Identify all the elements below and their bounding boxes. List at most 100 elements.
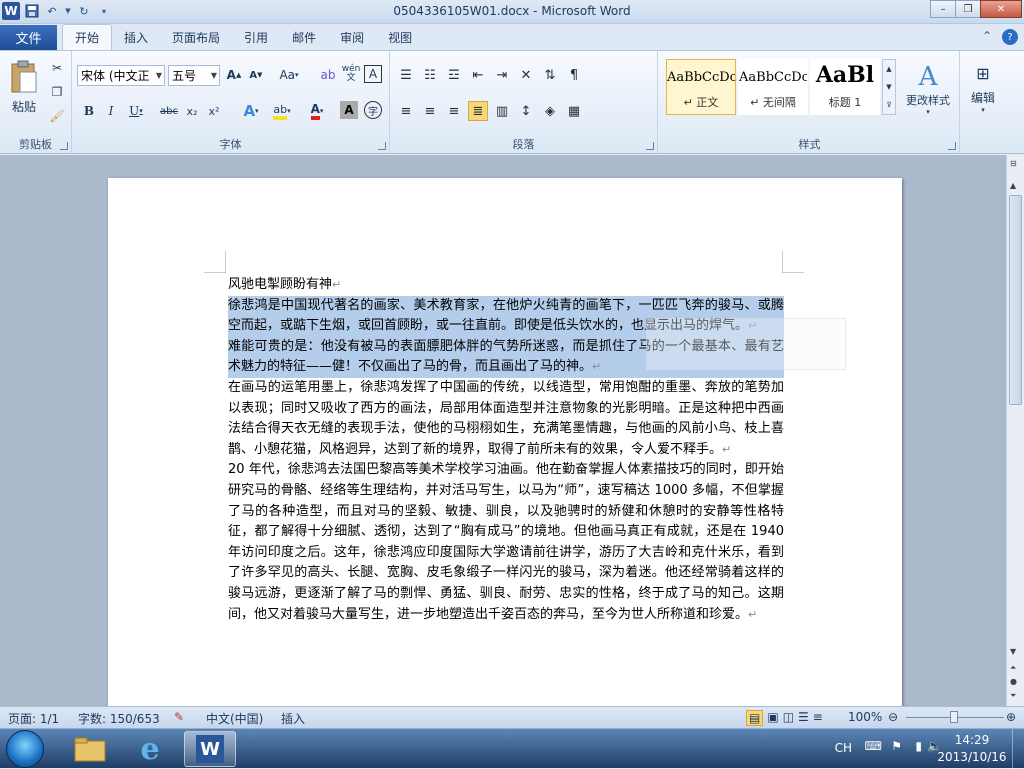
more-styles-icon[interactable]: ⊽ (886, 101, 891, 109)
keyboard-icon[interactable]: ⌨ (865, 739, 882, 753)
close-button[interactable]: ✕ (980, 0, 1022, 18)
bullets-icon[interactable]: ☰ (396, 65, 416, 85)
next-page-icon[interactable]: ⏷ (1010, 691, 1016, 701)
explorer-taskbar-icon[interactable] (64, 731, 116, 767)
italic-button[interactable]: I (102, 101, 120, 121)
font-color-icon[interactable]: A ▾ (304, 101, 330, 121)
shading-icon[interactable]: ◈ (540, 101, 560, 121)
style-normal[interactable]: AaBbCcDc ↵ 正文 (666, 59, 736, 115)
ruler-toggle-icon[interactable]: ⊟ (1010, 159, 1017, 168)
previous-page-icon[interactable]: ⏶ (1010, 663, 1016, 673)
copy-icon[interactable]: ❐ (48, 83, 66, 101)
distributed-icon[interactable]: ▥ (492, 101, 512, 121)
line-spacing-icon[interactable]: ↕ (516, 101, 536, 121)
redo-icon[interactable]: ↻ (76, 3, 92, 19)
increase-indent-icon[interactable]: ⇥ (492, 65, 512, 85)
multilevel-list-icon[interactable]: ☲ (444, 65, 464, 85)
tab-home[interactable]: 开始 (62, 24, 113, 50)
align-right-icon[interactable]: ≡ (444, 101, 464, 121)
change-styles-button[interactable]: A 更改样式 ▾ (900, 55, 956, 123)
show-marks-icon[interactable]: ¶ (564, 65, 584, 85)
justify-icon[interactable]: ≣ (468, 101, 488, 121)
font-size-combo[interactable]: 五号 ▼ (168, 65, 220, 86)
tab-insert[interactable]: 插入 (112, 24, 160, 50)
chevron-up-icon[interactable]: ▲ (886, 65, 891, 73)
tab-mailings[interactable]: 邮件 (280, 24, 328, 50)
proofing-icon[interactable]: ✎ (174, 710, 184, 724)
text-effects-icon[interactable]: A ▾ (238, 101, 264, 121)
zoom-level[interactable]: 100% (848, 710, 882, 724)
paragraph-4[interactable]: 20 年代，徐悲鸿去法国巴黎高等美术学校学习油画。他在勤奋掌握人体素描技巧的同时… (228, 460, 784, 625)
chinese-layout-icon[interactable]: ✕ (516, 65, 536, 85)
clock-time[interactable]: 14:29 (942, 733, 1002, 747)
web-layout-view-icon[interactable]: ◫ (783, 710, 794, 726)
maximize-button[interactable]: ❐ (955, 0, 981, 18)
paragraph-launcher-icon[interactable] (646, 142, 654, 150)
tab-review[interactable]: 审阅 (328, 24, 376, 50)
styles-scroll[interactable]: ▲ ▼ ⊽ (882, 59, 896, 115)
page-count[interactable]: 页面: 1/1 (8, 710, 59, 727)
word-taskbar-icon[interactable]: W (184, 731, 236, 767)
word-count[interactable]: 字数: 150/653 (78, 710, 160, 727)
insert-mode-indicator[interactable]: 插入 (281, 710, 305, 727)
character-border-icon[interactable]: A (364, 65, 382, 83)
minimize-button[interactable]: – (930, 0, 956, 18)
file-tab[interactable]: 文件 (0, 25, 57, 50)
browse-object-icon[interactable]: ● (1010, 677, 1017, 686)
input-language[interactable]: CH (835, 741, 852, 755)
subscript-button[interactable]: x₂ (182, 101, 202, 121)
change-case-icon[interactable]: Aa ▾ (276, 65, 302, 85)
clipboard-launcher-icon[interactable] (60, 142, 68, 150)
full-screen-view-icon[interactable]: ▣ (767, 710, 778, 726)
editing-button[interactable]: ⊞ 编辑 ▾ (964, 59, 1002, 119)
undo-dropdown-icon[interactable]: ▼ (64, 3, 72, 19)
print-layout-view-icon[interactable]: ▤ (746, 710, 764, 726)
customize-qat-icon[interactable]: ▾ (96, 3, 112, 19)
mini-toolbar[interactable] (646, 318, 846, 370)
show-desktop-button[interactable] (1012, 729, 1024, 769)
flag-icon[interactable]: ⚑ (891, 739, 902, 753)
numbering-icon[interactable]: ☷ (420, 65, 440, 85)
enclose-characters-icon[interactable]: 字 (364, 101, 382, 119)
document-page[interactable]: 风驰电掣顾盼有神↵ 徐悲鸿是中国现代著名的画家、美术教育家，在他炉火纯青的画笔下… (108, 178, 902, 706)
clock-date[interactable]: 2013/10/16 (936, 750, 1008, 764)
zoom-slider-thumb[interactable] (950, 711, 958, 723)
save-icon[interactable] (24, 3, 40, 19)
format-painter-icon[interactable]: 🖌 (48, 107, 66, 125)
undo-icon[interactable]: ↶ (44, 3, 60, 19)
minimize-ribbon-icon[interactable]: ⌃ (982, 29, 992, 45)
tab-page-layout[interactable]: 页面布局 (160, 24, 232, 50)
paste-button[interactable]: 粘贴 (4, 55, 44, 119)
sort-icon[interactable]: ⇅ (540, 65, 560, 85)
tab-references[interactable]: 引用 (232, 24, 280, 50)
borders-icon[interactable]: ▦ (564, 101, 584, 121)
shrink-font-icon[interactable]: A ▼ (246, 65, 266, 85)
zoom-out-icon[interactable]: ⊖ (888, 710, 898, 724)
zoom-in-icon[interactable]: ⊕ (1006, 710, 1016, 724)
cut-icon[interactable]: ✂ (48, 59, 66, 77)
paragraph-3[interactable]: 在画马的运笔用墨上，徐悲鸿发挥了中国画的传统，以线造型，常用饱酣的重墨、奔放的笔… (228, 378, 784, 460)
scroll-up-icon[interactable]: ▲ (1010, 181, 1016, 190)
word-app-icon[interactable]: W (2, 2, 20, 20)
chevron-down-icon[interactable]: ▼ (886, 83, 891, 91)
language-indicator[interactable]: 中文(中国) (206, 710, 263, 727)
style-no-spacing[interactable]: AaBbCcDc ↵ 无间隔 (738, 59, 808, 115)
draft-view-icon[interactable]: ≡ (813, 710, 823, 726)
outline-view-icon[interactable]: ☰ (798, 710, 809, 726)
style-heading-1[interactable]: AaBl 标题 1 (810, 59, 880, 115)
help-icon[interactable]: ? (1002, 29, 1018, 45)
vertical-scrollbar[interactable]: ⊟ ▲ ▼ ⏶ ● ⏷ (1006, 155, 1024, 706)
highlight-color-icon[interactable]: ab ▾ (268, 101, 296, 121)
superscript-button[interactable]: x² (204, 101, 224, 121)
scroll-down-icon[interactable]: ▼ (1010, 647, 1016, 656)
clear-format-icon[interactable]: ab (318, 65, 338, 85)
decrease-indent-icon[interactable]: ⇤ (468, 65, 488, 85)
underline-button[interactable]: U ▾ (124, 101, 148, 121)
align-center-icon[interactable]: ≡ (420, 101, 440, 121)
styles-launcher-icon[interactable] (948, 142, 956, 150)
phonetic-guide-icon[interactable]: wén 文 (340, 63, 362, 85)
grow-font-icon[interactable]: A ▲ (224, 65, 244, 85)
character-shading-icon[interactable]: A (340, 101, 358, 119)
strikethrough-button[interactable]: abc (158, 101, 180, 121)
tab-view[interactable]: 视图 (376, 24, 424, 50)
